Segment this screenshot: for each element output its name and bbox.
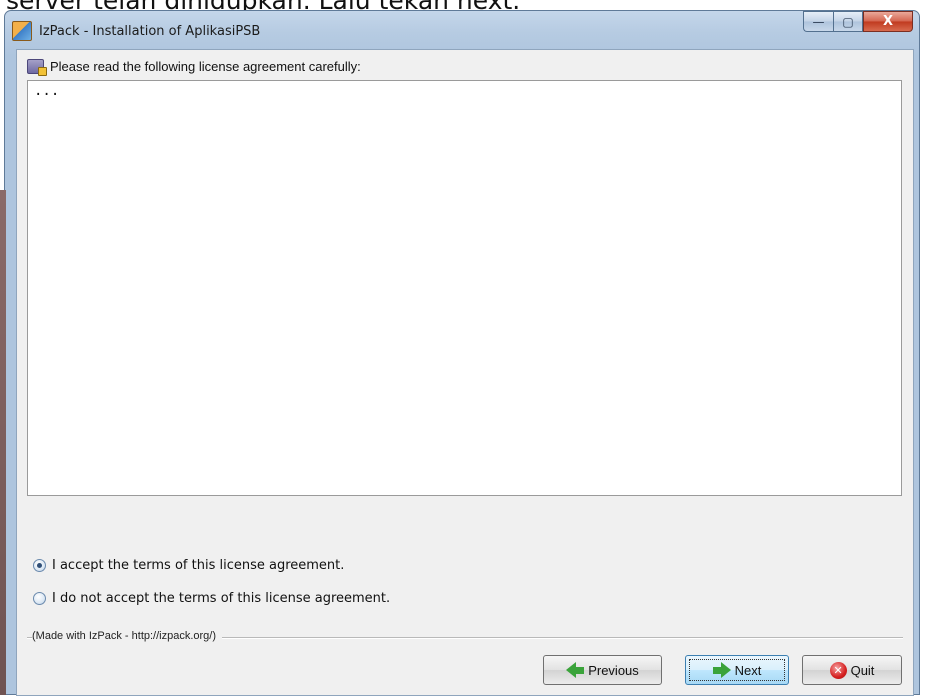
- accept-radio[interactable]: [33, 559, 46, 572]
- maximize-button[interactable]: ▢: [833, 11, 863, 32]
- decline-option[interactable]: I do not accept the terms of this licens…: [33, 591, 390, 606]
- license-book-icon: [27, 59, 47, 76]
- maximize-icon: ▢: [842, 14, 854, 29]
- made-with-izpack: (Made with IzPack - http://izpack.org/): [32, 630, 223, 642]
- quit-button[interactable]: ✕ Quit: [802, 655, 902, 685]
- arrow-right-icon: [712, 662, 731, 678]
- decline-label: I do not accept the terms of this licens…: [52, 591, 391, 606]
- next-button[interactable]: Next: [685, 655, 789, 685]
- installer-window: IzPack - Installation of AplikasiPSB — ▢…: [4, 10, 920, 696]
- window-controls: — ▢ X: [803, 11, 913, 33]
- window-shadow-edge: [0, 190, 6, 695]
- quit-label: Quit: [850, 662, 875, 678]
- minimize-button[interactable]: —: [803, 11, 833, 32]
- izpack-app-icon: [12, 21, 32, 41]
- close-button[interactable]: X: [863, 11, 913, 32]
- quit-icon: ✕: [829, 661, 847, 679]
- close-icon: X: [882, 14, 894, 29]
- previous-label: Previous: [588, 662, 639, 678]
- next-label: Next: [734, 662, 762, 678]
- accept-option[interactable]: I accept the terms of this license agree…: [33, 558, 344, 573]
- arrow-left-icon: [566, 662, 585, 678]
- license-panel: Please read the following license agreem…: [16, 49, 914, 696]
- license-text-area[interactable]: ...: [27, 80, 902, 496]
- previous-button[interactable]: Previous: [543, 655, 662, 685]
- window-title: IzPack - Installation of AplikasiPSB: [39, 24, 261, 39]
- accept-label: I accept the terms of this license agree…: [52, 558, 345, 573]
- decline-radio[interactable]: [33, 592, 46, 605]
- panel-heading: Please read the following license agreem…: [50, 59, 361, 74]
- title-bar[interactable]: IzPack - Installation of AplikasiPSB — ▢…: [5, 11, 919, 51]
- minimize-icon: —: [812, 14, 825, 29]
